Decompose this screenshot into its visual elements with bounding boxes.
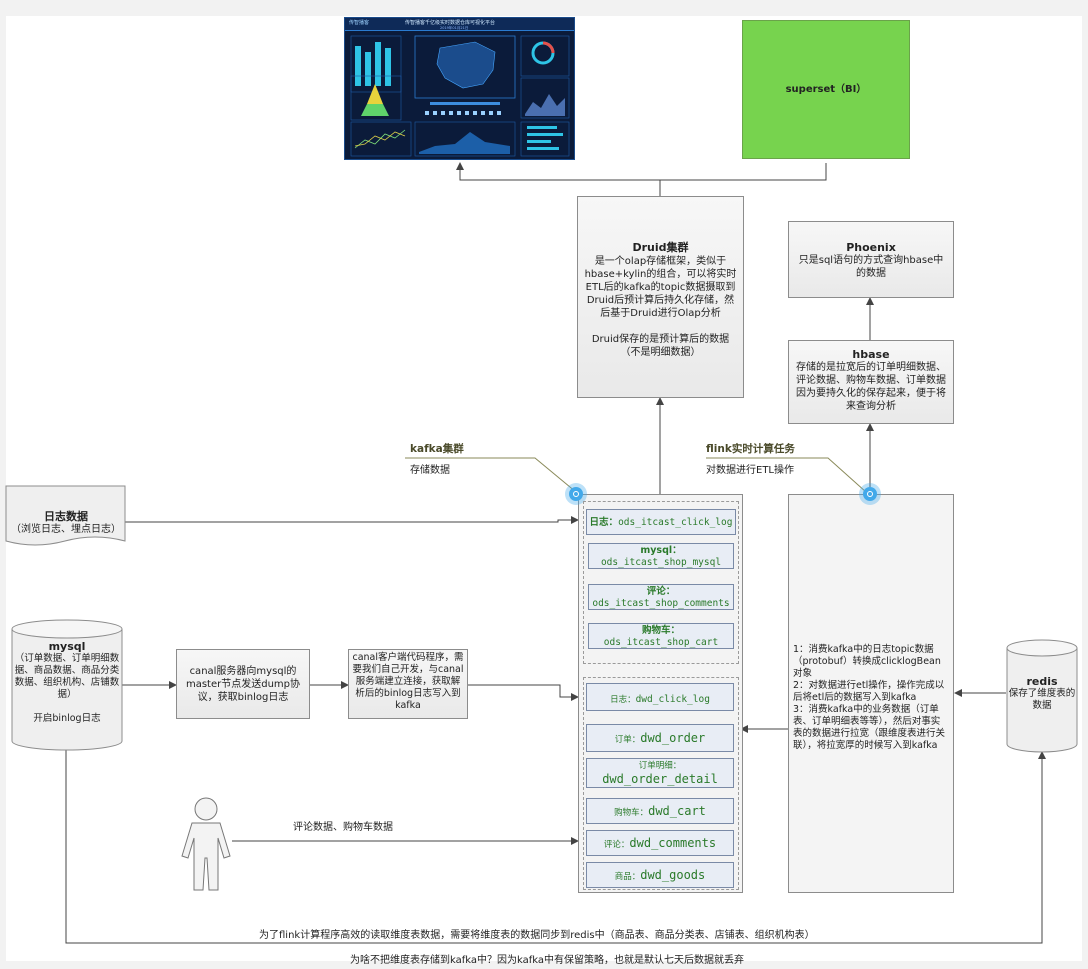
dwd-topic-name: dwd_cart <box>648 804 706 818</box>
druid-desc2: Druid保存的是预计算后的数据（不是明细数据） <box>591 334 730 358</box>
ods-topic-shop-mysql: mysql： ods_itcast_shop_mysql <box>588 543 734 569</box>
dwd-topic-name: dwd_click_log <box>635 694 710 705</box>
ods-topic-prefix: 购物车： <box>641 625 680 636</box>
ods-topic-click-log: 日志：ods_itcast_click_log <box>586 509 736 535</box>
user-icon <box>181 797 231 891</box>
bigscreen-dashboard: 传智播客 传智播客千亿级实时数据仓库可视化平台 2019年01月21日 <box>344 17 575 160</box>
footer-line-1: 为了flink计算程序高效的读取维度表数据，需要将维度表的数据同步到redis中… <box>259 930 815 941</box>
user-note: 评论数据、购物车数据 <box>293 822 393 833</box>
dwd-topic-name: dwd_order_detail <box>602 772 718 786</box>
superset-box: superset（BI） <box>742 20 910 159</box>
mysql-text: mysql （订单数据、订单明细数据、商品数据、商品分类数据、组织机构、店铺数据… <box>14 641 120 725</box>
dwd-topic-order-detail: 订单明细： dwd_order_detail <box>586 758 734 788</box>
dwd-topic-prefix: 评论： <box>603 840 630 850</box>
dwd-topic-prefix: 日志： <box>610 695 636 705</box>
kafka-label: kafka集群 存储数据 <box>410 441 464 476</box>
flink-desc: 对数据进行ETL操作 <box>706 465 794 476</box>
canal-client-desc: canal客户端代码程序，需要我们自己开发，与canal服务端建立连接，获取解析… <box>352 652 464 711</box>
dwd-topic-prefix: 订单： <box>614 735 641 745</box>
ods-topic-name: ods_itcast_shop_mysql <box>600 557 722 568</box>
footer-line-2: 为啥不把维度表存储到kafka中？因为kafka中有保留策略，也就是默认七天后数… <box>350 955 745 966</box>
kafka-connector-dot <box>569 487 583 501</box>
ods-topic-prefix: 日志： <box>589 517 619 528</box>
canal-client-box: canal客户端代码程序，需要我们自己开发，与canal服务端建立连接，获取解析… <box>348 649 468 719</box>
hbase-title: hbase <box>852 348 890 361</box>
log-data-text: 日志数据 （浏览日志、埋点日志） <box>5 510 127 536</box>
dwd-topic-prefix: 商品： <box>614 872 641 882</box>
dwd-topic-prefix: 购物车： <box>614 808 649 818</box>
flink-step-3: 3：消费kafka中的业务数据（订单表、订单明细表等等），然后对事实表的数据进行… <box>793 704 946 751</box>
dwd-topic-order: 订单：dwd_order <box>586 724 734 752</box>
dwd-topic-name: dwd_comments <box>629 836 717 850</box>
flink-box: 1：消费kafka中的日志topic数据（protobuf）转换成clicklo… <box>788 494 954 893</box>
flink-title: flink实时计算任务 <box>706 443 795 455</box>
mysql-desc: （订单数据、订单明细数据、商品数据、商品分类数据、组织机构、店铺数据） <box>14 653 120 700</box>
log-data-desc: （浏览日志、埋点日志） <box>11 524 121 535</box>
ods-topic-name: ods_itcast_shop_comments <box>592 598 730 609</box>
ods-topic-name: ods_itcast_shop_cart <box>603 637 719 648</box>
flink-connector-dot <box>863 487 877 501</box>
canal-server-box: canal服务器向mysql的master节点发送dump协议，获取binlog… <box>176 649 310 719</box>
dwd-topic-comments: 评论：dwd_comments <box>586 830 734 856</box>
ods-topic-shop-comments: 评论： ods_itcast_shop_comments <box>588 584 734 610</box>
log-data-title: 日志数据 <box>44 510 88 523</box>
hbase-box: hbase 存储的是拉宽后的订单明细数据、评论数据、购物车数据、订单数据因为要持… <box>788 340 954 424</box>
phoenix-title: Phoenix <box>846 241 896 254</box>
dwd-topic-cart: 购物车：dwd_cart <box>586 798 734 824</box>
phoenix-box: Phoenix 只是sql语句的方式查询hbase中的数据 <box>788 221 954 298</box>
druid-desc: 是一个olap存储框架，类似于hbase+kylin的组合，可以将实时ETL后的… <box>584 256 737 319</box>
kafka-title: kafka集群 <box>410 443 464 455</box>
dwd-topic-goods: 商品：dwd_goods <box>586 862 734 888</box>
mysql-note: 开启binlog日志 <box>33 713 101 724</box>
ods-topic-shop-cart: 购物车： ods_itcast_shop_cart <box>588 623 734 649</box>
redis-desc: 保存了维度表的数据 <box>1008 688 1076 711</box>
druid-box: Druid集群 是一个olap存储框架，类似于hbase+kylin的组合，可以… <box>577 196 744 398</box>
ods-topic-prefix: 评论： <box>646 586 676 597</box>
dwd-topic-click-log: 日志：dwd_click_log <box>586 683 734 711</box>
redis-title: redis <box>1026 675 1058 688</box>
flink-step-2: 2：对数据进行etl操作，操作完成以后将etl后的数据写入到kafka <box>793 680 945 703</box>
ods-topic-name: ods_itcast_click_log <box>618 517 733 528</box>
dashboard-graphics <box>350 35 570 157</box>
mysql-title: mysql <box>48 640 86 653</box>
hbase-desc: 存储的是拉宽后的订单明细数据、评论数据、购物车数据、订单数据因为要持久化的保存起… <box>796 362 946 412</box>
flink-label: flink实时计算任务 对数据进行ETL操作 <box>706 441 795 476</box>
superset-label: superset（BI） <box>785 84 867 95</box>
flink-step-1: 1：消费kafka中的日志topic数据（protobuf）转换成clicklo… <box>793 644 941 679</box>
dwd-topic-name: dwd_goods <box>640 868 706 882</box>
dwd-topic-name: dwd_order <box>640 731 706 745</box>
ods-topic-prefix: mysql： <box>640 545 682 556</box>
phoenix-desc: 只是sql语句的方式查询hbase中的数据 <box>798 255 944 279</box>
redis-text: redis 保存了维度表的数据 <box>1006 676 1078 712</box>
kafka-desc: 存储数据 <box>410 465 450 476</box>
druid-title: Druid集群 <box>632 241 689 254</box>
canal-server-desc: canal服务器向mysql的master节点发送dump协议，获取binlog… <box>185 666 301 703</box>
